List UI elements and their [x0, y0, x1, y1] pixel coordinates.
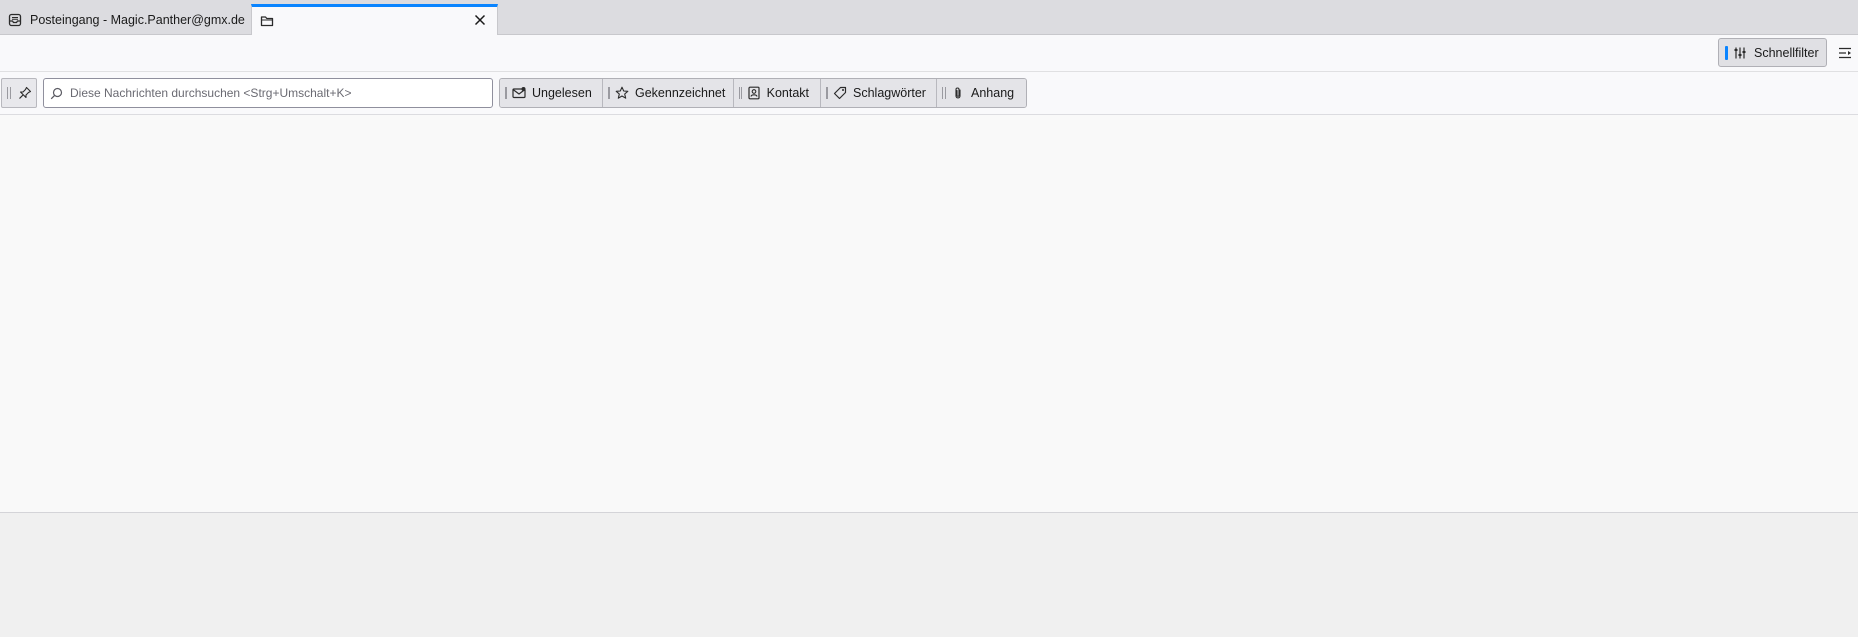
filter-button-group: Ungelesen Gekennzeichnet Kontakt Schlagw…: [499, 78, 1027, 108]
tab-inbox[interactable]: Posteingang - Magic.Panther@gmx.de: [0, 4, 250, 35]
tab-inbox-label: Posteingang - Magic.Panther@gmx.de: [30, 12, 245, 27]
quick-filter-bar: Ungelesen Gekennzeichnet Kontakt Schlagw…: [0, 72, 1858, 115]
filter-contact-label: Kontakt: [766, 86, 809, 100]
message-list-area[interactable]: [0, 115, 1858, 513]
grip-handle: [739, 87, 742, 99]
search-icon: [50, 87, 63, 100]
tab-bar: Posteingang - Magic.Panther@gmx.de: [0, 0, 1858, 35]
quick-filter-label: Schnellfilter: [1754, 45, 1819, 60]
grip-handle: [7, 87, 11, 99]
filter-tags-label: Schlagwörter: [853, 86, 926, 100]
tab-folder[interactable]: [251, 4, 498, 35]
filter-unread-label: Ungelesen: [532, 86, 592, 100]
layout-icon[interactable]: [1836, 44, 1854, 62]
filter-attachment-label: Anhang: [971, 86, 1015, 100]
unread-mail-icon: [512, 86, 526, 100]
search-field[interactable]: [43, 78, 493, 108]
star-icon: [615, 86, 629, 100]
paperclip-icon: [951, 86, 965, 100]
search-input[interactable]: [68, 85, 472, 101]
tag-icon: [833, 86, 847, 100]
inbox-icon: [8, 13, 22, 27]
pin-icon: [18, 86, 32, 100]
grip-handle: [608, 87, 610, 99]
filter-attachment-button[interactable]: Anhang: [937, 79, 1026, 107]
filter-starred-label: Gekennzeichnet: [635, 86, 726, 100]
grip-handle: [505, 87, 507, 99]
grip-handle: [826, 87, 828, 99]
filter-contact-button[interactable]: Kontakt: [734, 79, 821, 107]
pin-button[interactable]: [1, 78, 37, 108]
contact-icon: [747, 86, 761, 100]
filter-starred-button[interactable]: Gekennzeichnet: [603, 79, 734, 107]
filter-tags-button[interactable]: Schlagwörter: [821, 79, 937, 107]
folder-icon: [260, 14, 274, 28]
close-icon[interactable]: [471, 11, 489, 29]
mail-toolbar: Schnellfilter: [0, 35, 1858, 72]
quick-filter-button[interactable]: Schnellfilter: [1718, 38, 1827, 67]
grip-handle: [942, 87, 946, 99]
sliders-icon: [1733, 46, 1747, 60]
message-preview-area: [0, 513, 1858, 637]
filter-unread-button[interactable]: Ungelesen: [500, 79, 603, 107]
active-indicator: [1725, 45, 1728, 60]
